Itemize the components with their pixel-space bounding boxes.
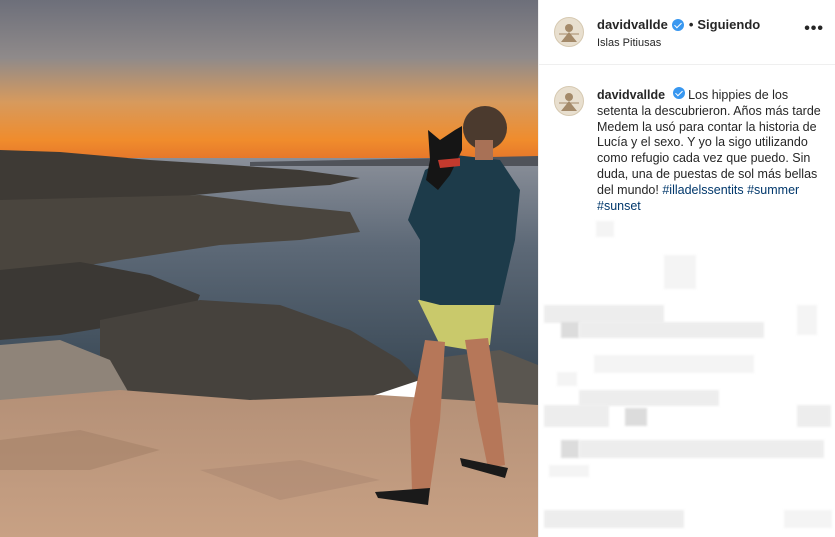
header-user-line: davidvallde • Siguiendo bbox=[597, 17, 760, 32]
obscured-block bbox=[596, 221, 614, 237]
location-link[interactable]: Islas Pitiusas bbox=[597, 37, 661, 49]
obscured-block bbox=[544, 405, 609, 427]
obscured-block bbox=[561, 440, 579, 458]
obscured-block bbox=[544, 510, 684, 528]
obscured-block bbox=[797, 405, 831, 427]
post-header: davidvallde • Siguiendo Islas Pitiusas •… bbox=[539, 0, 835, 65]
obscured-block bbox=[579, 390, 719, 406]
obscured-block bbox=[549, 465, 589, 477]
following-button[interactable]: Siguiendo bbox=[697, 17, 760, 32]
post-photo[interactable] bbox=[0, 0, 538, 537]
obscured-block bbox=[579, 322, 764, 338]
obscured-block bbox=[544, 305, 664, 323]
obscured-block bbox=[594, 355, 754, 373]
post-caption: davidvallde Los hippies de los setenta l… bbox=[597, 87, 829, 214]
avatar[interactable] bbox=[554, 17, 584, 47]
caption-username[interactable]: davidvallde bbox=[597, 88, 665, 102]
sunset-coast-image bbox=[0, 0, 538, 537]
obscured-block bbox=[625, 408, 647, 426]
obscured-block bbox=[557, 372, 577, 386]
obscured-block bbox=[561, 322, 579, 338]
obscured-block bbox=[797, 305, 817, 335]
obscured-block bbox=[579, 440, 824, 458]
verified-badge-icon bbox=[672, 87, 685, 99]
separator-dot: • bbox=[688, 17, 694, 32]
obscured-block bbox=[664, 255, 696, 289]
caption-avatar[interactable] bbox=[554, 86, 584, 116]
obscured-block bbox=[784, 510, 832, 528]
more-options-icon[interactable]: ••• bbox=[804, 21, 824, 37]
username-link[interactable]: davidvallde bbox=[597, 17, 668, 32]
caption-text: Los hippies de los setenta la descubrier… bbox=[597, 88, 821, 197]
verified-badge-icon bbox=[671, 18, 684, 31]
post-side-panel: davidvallde • Siguiendo Islas Pitiusas •… bbox=[538, 0, 835, 537]
